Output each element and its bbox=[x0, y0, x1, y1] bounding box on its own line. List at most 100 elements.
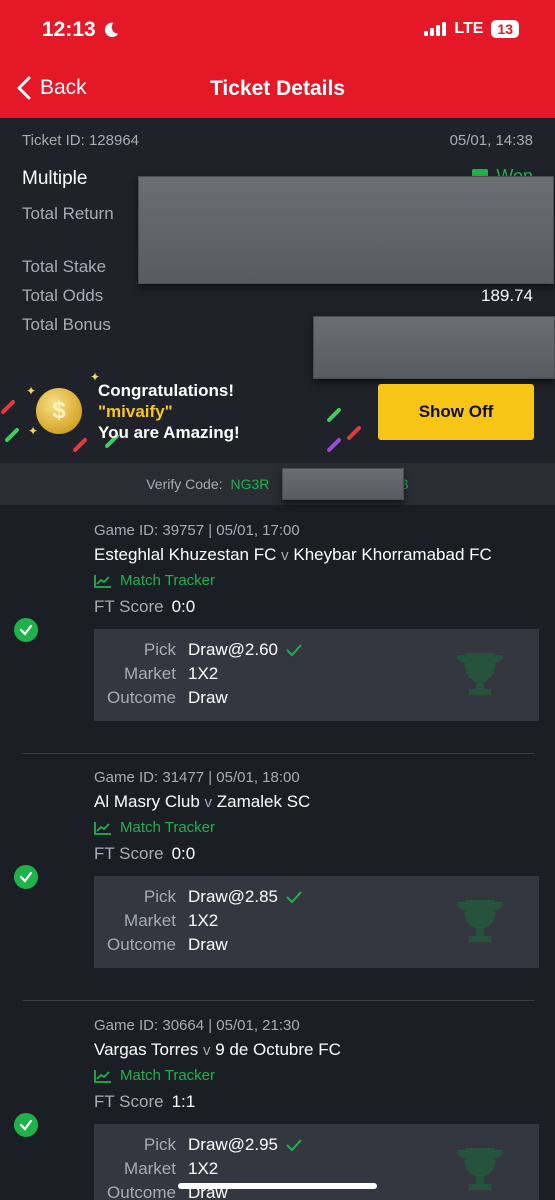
ft-score-value: 0:0 bbox=[171, 597, 196, 616]
chart-icon bbox=[94, 574, 111, 588]
pick-value: Draw@2.60 bbox=[188, 640, 302, 660]
moon-icon bbox=[104, 22, 118, 38]
checkmark-icon bbox=[286, 644, 302, 657]
total-bonus-label: Total Bonus bbox=[22, 315, 111, 334]
outcome-label: Outcome bbox=[107, 935, 176, 954]
trophy-icon bbox=[457, 653, 503, 695]
ticket-summary: Ticket ID: 128964 05/01, 14:38 Multiple … bbox=[0, 118, 555, 463]
status-indicators: LTE 13 bbox=[424, 20, 519, 38]
network-label: LTE bbox=[454, 20, 484, 37]
pick-label: Pick bbox=[143, 640, 176, 659]
home-team: Esteghlal Khuzestan FC bbox=[94, 545, 277, 564]
total-odds-label: Total Odds bbox=[22, 286, 104, 305]
match-tracker-label: Match Tracker bbox=[120, 572, 216, 589]
ticket-date: 05/01, 14:38 bbox=[449, 132, 533, 149]
game-teams: Vargas Torres v 9 de Octubre FC bbox=[94, 1040, 341, 1060]
away-team: Kheybar Khorramabad FC bbox=[293, 545, 492, 564]
signal-icon bbox=[424, 22, 447, 36]
outcome-value: Draw bbox=[188, 935, 228, 954]
home-indicator[interactable] bbox=[178, 1183, 377, 1189]
outcome-label: Outcome bbox=[107, 1183, 176, 1200]
congrats-line: You are Amazing! bbox=[98, 423, 240, 442]
ft-score-label: FT Score bbox=[94, 1092, 164, 1111]
check-circle-icon bbox=[14, 865, 38, 889]
ticket-id: Ticket ID: 128964 bbox=[22, 132, 140, 149]
checkmark-icon bbox=[286, 1139, 302, 1152]
checkmark-icon bbox=[286, 891, 302, 904]
match-tracker-label: Match Tracker bbox=[120, 819, 216, 836]
pick-value: Draw@2.85 bbox=[188, 887, 302, 907]
divider bbox=[22, 753, 534, 754]
home-team: Vargas Torres bbox=[94, 1040, 199, 1059]
ft-score: FT Score 0:0 bbox=[94, 844, 195, 864]
status-time: 12:13 bbox=[42, 18, 120, 42]
clock-label: 12:13 bbox=[42, 18, 96, 41]
congrats-text: Congratulations! "mivaify" You are Amazi… bbox=[98, 380, 240, 443]
show-off-button[interactable]: Show Off bbox=[378, 384, 534, 440]
pick-label: Pick bbox=[143, 887, 176, 906]
total-return-label: Total Return bbox=[22, 204, 114, 223]
match-tracker-link[interactable]: Match Tracker bbox=[94, 819, 215, 836]
page-title: Ticket Details bbox=[209, 77, 345, 100]
redaction-box bbox=[282, 468, 404, 500]
trophy-icon bbox=[457, 900, 503, 942]
outcome-value: Draw bbox=[188, 688, 228, 707]
away-team: 9 de Octubre FC bbox=[215, 1040, 341, 1059]
battery-icon: 13 bbox=[491, 20, 519, 38]
pick-text: Draw@2.85 bbox=[188, 887, 279, 906]
market-value: 1X2 bbox=[188, 911, 219, 930]
outcome-label: Outcome bbox=[107, 688, 176, 707]
confetti bbox=[326, 437, 342, 453]
check-circle-icon bbox=[14, 618, 38, 642]
confetti bbox=[326, 407, 342, 423]
vs-label: v bbox=[204, 794, 213, 811]
check-circle-icon bbox=[14, 1113, 38, 1137]
home-team: Al Masry Club bbox=[94, 792, 200, 811]
star-icon: ✦ bbox=[28, 424, 39, 438]
confetti bbox=[4, 427, 20, 443]
vs-label: v bbox=[202, 1042, 211, 1059]
ft-score-value: 0:0 bbox=[171, 844, 196, 863]
congrats-username: "mivaify" bbox=[98, 402, 173, 421]
confetti bbox=[0, 399, 16, 415]
verify-code-bar: Verify Code: NG3R B bbox=[0, 463, 555, 505]
coin-icon: $ bbox=[36, 388, 82, 434]
match-tracker-link[interactable]: Match Tracker bbox=[94, 572, 215, 589]
vs-label: v bbox=[281, 547, 289, 564]
trophy-icon bbox=[457, 1148, 503, 1190]
market-label: Market bbox=[124, 1159, 176, 1178]
verify-label: Verify Code: bbox=[146, 476, 223, 492]
game-meta: Game ID: 39757 | 05/01, 17:00 bbox=[94, 522, 300, 539]
congrats-banner: ✦ ✦ ✦ $ Congratulations! "mivaify" You a… bbox=[0, 366, 555, 463]
pick-text: Draw@2.60 bbox=[188, 640, 279, 659]
game-meta: Game ID: 31477 | 05/01, 18:00 bbox=[94, 769, 300, 786]
game-meta: Game ID: 30664 | 05/01, 21:30 bbox=[94, 1017, 300, 1034]
match-tracker-label: Match Tracker bbox=[120, 1067, 216, 1084]
market-label: Market bbox=[124, 664, 176, 683]
game-teams: Esteghlal Khuzestan FC v Kheybar Khorram… bbox=[94, 545, 492, 565]
chart-icon bbox=[94, 821, 111, 835]
ft-score-label: FT Score bbox=[94, 844, 164, 863]
match-tracker-link[interactable]: Match Tracker bbox=[94, 1067, 215, 1084]
app-header: 12:13 LTE 13 Back Ticket Details bbox=[0, 0, 555, 118]
market-label: Market bbox=[124, 911, 176, 930]
pick-box: Pick Draw@2.60 Market 1X2 Outcome Draw bbox=[94, 629, 539, 721]
ft-score-value: 1:1 bbox=[171, 1092, 196, 1111]
pick-label: Pick bbox=[143, 1135, 176, 1154]
divider bbox=[22, 1000, 534, 1001]
total-odds-value: 189.74 bbox=[481, 286, 533, 305]
market-value: 1X2 bbox=[188, 664, 219, 683]
pick-text: Draw@2.95 bbox=[188, 1135, 279, 1154]
congrats-line: Congratulations! bbox=[98, 381, 234, 400]
away-team: Zamalek SC bbox=[216, 792, 311, 811]
verify-code-start: NG3R bbox=[230, 476, 270, 492]
confetti bbox=[346, 425, 362, 441]
ft-score: FT Score 0:0 bbox=[94, 597, 195, 617]
ft-score: FT Score 1:1 bbox=[94, 1092, 195, 1112]
pick-box: Pick Draw@2.85 Market 1X2 Outcome Draw bbox=[94, 876, 539, 968]
redaction-box bbox=[138, 176, 554, 284]
bet-type: Multiple bbox=[22, 168, 88, 189]
confetti bbox=[72, 437, 88, 453]
star-icon: ✦ bbox=[26, 384, 37, 398]
pick-value: Draw@2.95 bbox=[188, 1135, 302, 1155]
